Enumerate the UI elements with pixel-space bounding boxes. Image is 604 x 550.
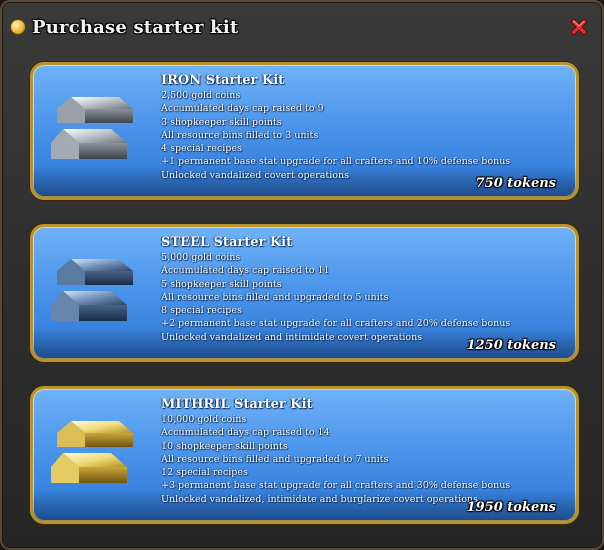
kit-title: IRON Starter Kit (161, 73, 285, 88)
kit-benefit-line: 10,000 gold coins (161, 414, 247, 425)
kit-benefit-line: 5 shopkeeper skill points (161, 278, 282, 290)
kit-card-mithril[interactable]: MITHRIL Starter Kit 10,000 gold coins Ac… (30, 386, 579, 524)
iron-ingot-icon (51, 97, 133, 159)
gold-coin-icon (10, 19, 26, 35)
kit-benefit-line: All resource bins filled and upgraded to… (161, 291, 389, 303)
kit-description: STEEL Starter Kit 5,000 gold coins Accum… (161, 235, 566, 344)
kit-benefit-line: All resource bins filled and upgraded to… (161, 453, 389, 465)
kit-price: 750 tokens (475, 176, 556, 191)
kit-benefit-line: 5,000 gold coins (161, 252, 241, 263)
kit-benefit-line: Accumulated days cap raised to 9 (161, 103, 324, 115)
mithril-ingot-icon (51, 421, 133, 483)
close-x-icon[interactable] (568, 16, 590, 38)
kit-price: 1250 tokens (466, 338, 556, 353)
purchase-starter-kit-dialog: Purchase starter kit IRON Starter Kit 2,… (0, 0, 604, 550)
kit-price: 1950 tokens (466, 500, 556, 515)
kit-title: MITHRIL Starter Kit (161, 397, 313, 412)
dialog-header: Purchase starter kit (10, 12, 238, 42)
dialog-title: Purchase starter kit (32, 16, 239, 38)
kit-benefit-line: +1 permanent base stat upgrade for all c… (161, 156, 511, 168)
kit-benefit-line: 4 special recipes (161, 143, 242, 155)
kit-benefit-line: Accumulated days cap raised to 14 (161, 427, 330, 439)
kit-benefit-line: +3 permanent base stat upgrade for all c… (161, 480, 511, 492)
kit-card-iron[interactable]: IRON Starter Kit 2,500 gold coins Accumu… (30, 62, 579, 200)
kit-benefit-line: Accumulated days cap raised to 11 (161, 265, 330, 277)
kit-card-steel[interactable]: STEEL Starter Kit 5,000 gold coins Accum… (30, 224, 579, 362)
kit-benefit-line: 8 special recipes (161, 305, 242, 317)
kit-benefit-line: 3 shopkeeper skill points (161, 116, 282, 128)
steel-ingot-icon (51, 259, 133, 321)
kit-benefit-line: All resource bins filled to 3 units (161, 129, 319, 141)
kit-description: IRON Starter Kit 2,500 gold coins Accumu… (161, 73, 566, 182)
kit-benefit-line: 12 special recipes (161, 467, 248, 479)
kit-title: STEEL Starter Kit (161, 235, 293, 250)
kit-benefit-line: 10 shopkeeper skill points (161, 440, 288, 452)
kit-description: MITHRIL Starter Kit 10,000 gold coins Ac… (161, 397, 566, 506)
kit-benefit-line: 2,500 gold coins (161, 90, 241, 101)
kit-benefit-line: +2 permanent base stat upgrade for all c… (161, 318, 511, 330)
